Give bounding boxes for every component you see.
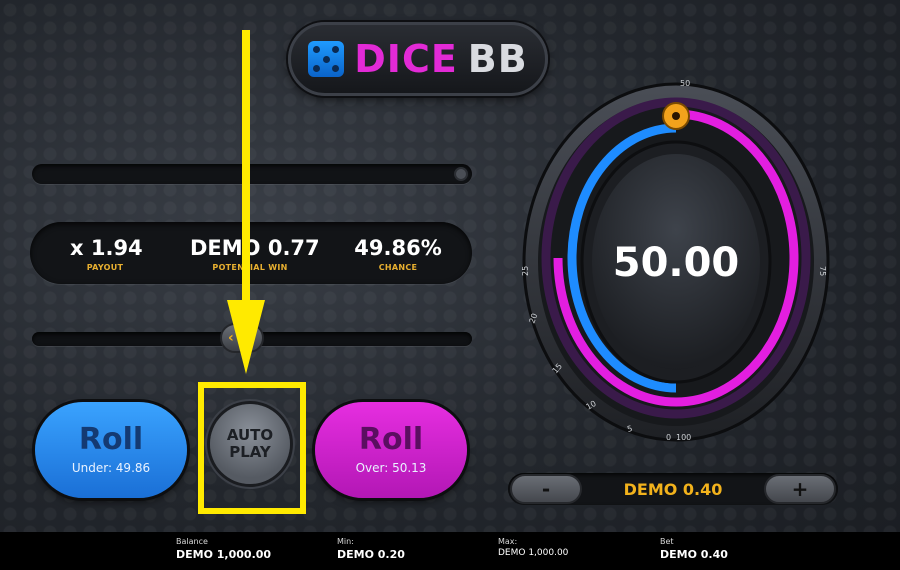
potential-win-label: POTENTIAL WIN xyxy=(212,263,288,272)
stats-panel: x 1.94 PAYOUT DEMO 0.77 POTENTIAL WIN 49… xyxy=(30,222,472,284)
bet-amount: DEMO 0.40 xyxy=(623,480,723,499)
max-label: Max: xyxy=(498,537,518,546)
tick-label-100: 100 xyxy=(676,433,691,442)
payout-value: x 1.94 xyxy=(70,236,143,260)
decrease-bet-button[interactable]: - xyxy=(510,474,582,504)
footer-balance: Balance DEMO 1,000.00 xyxy=(176,537,271,561)
logo-word-dice: DICE xyxy=(354,37,458,81)
status-footer: Balance DEMO 1,000.00 Min: DEMO 0.20 Max… xyxy=(0,532,900,570)
payout-stat: x 1.94 PAYOUT xyxy=(70,236,143,272)
min-label: Min: xyxy=(337,537,354,546)
potential-win-stat: DEMO 0.77 POTENTIAL WIN xyxy=(190,236,320,272)
logo-word-bb: BB xyxy=(467,37,528,81)
dice-icon xyxy=(308,41,345,77)
payout-label: PAYOUT xyxy=(86,263,124,272)
dice-wheel: 50.00 50 75 25 20 15 10 5 0 100 xyxy=(521,80,830,442)
result-marker-center xyxy=(672,112,680,120)
annotation-arrow-shaft xyxy=(242,30,250,330)
roll-over-button[interactable]: Roll Over: 50.13 xyxy=(315,402,467,498)
game-logo: DICE BB xyxy=(288,22,548,96)
roll-under-sub: Under: 49.86 xyxy=(71,461,151,475)
chance-label: CHANCE xyxy=(378,263,418,272)
chance-stat: 49.86% CHANCE xyxy=(348,236,448,272)
balance-value: DEMO 1,000.00 xyxy=(176,548,272,561)
bet-value: DEMO 0.40 xyxy=(660,548,728,561)
roll-under-label: Roll xyxy=(78,422,144,457)
bet-label: Bet xyxy=(660,537,674,546)
tick-label-25: 25 xyxy=(521,266,530,276)
track-end-icon xyxy=(454,167,468,181)
roll-over-label: Roll xyxy=(358,422,424,457)
history-track xyxy=(32,164,472,184)
tick-label-0: 0 xyxy=(666,433,671,442)
chance-value: 49.86% xyxy=(354,236,442,260)
result-value: 50.00 xyxy=(613,240,740,286)
increase-bet-button[interactable]: + xyxy=(764,474,836,504)
footer-max: Max: DEMO 1,000.00 xyxy=(498,537,568,558)
footer-bet: Bet DEMO 0.40 xyxy=(660,537,728,561)
annotation-arrow-head xyxy=(227,300,265,374)
min-value: DEMO 0.20 xyxy=(337,548,405,561)
roll-under-button[interactable]: Roll Under: 49.86 xyxy=(35,402,187,498)
roll-over-sub: Over: 50.13 xyxy=(355,461,427,475)
annotation-highlight-box xyxy=(198,382,306,514)
potential-win-value: DEMO 0.77 xyxy=(190,236,320,260)
balance-label: Balance xyxy=(176,537,208,546)
tick-label-50: 50 xyxy=(680,80,690,88)
footer-min: Min: DEMO 0.20 xyxy=(337,537,405,561)
max-value: DEMO 1,000.00 xyxy=(498,548,569,558)
tick-label-75: 75 xyxy=(818,266,827,276)
